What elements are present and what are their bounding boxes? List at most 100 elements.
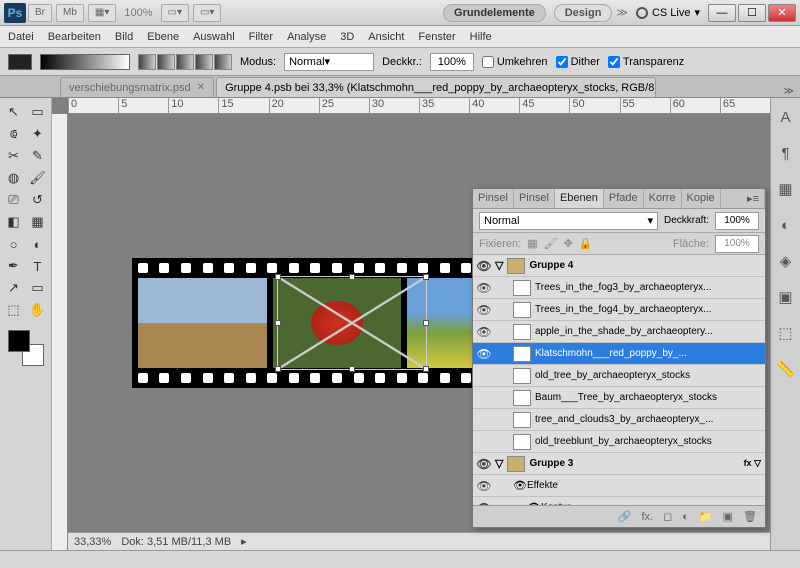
history-brush-tool[interactable]: ↺ — [27, 190, 49, 210]
menu-datei[interactable]: Datei — [8, 31, 34, 43]
view-extras-button[interactable]: ▦▾ — [88, 4, 116, 22]
layer-row[interactable]: 👁 Trees_in_the_fog4_by_archaeopteryx... — [473, 299, 765, 321]
visibility-icon[interactable]: 👁 — [473, 281, 495, 295]
layer-name[interactable]: old_tree_by_archaeopteryx_stocks — [535, 370, 761, 381]
workspace-design[interactable]: Design — [554, 4, 613, 22]
move-tool[interactable]: ↖ — [3, 102, 25, 122]
menu-ebene[interactable]: Ebene — [147, 31, 179, 43]
panel-tab-kopie[interactable]: Kopie — [682, 189, 721, 208]
tabs-overflow[interactable]: ≫ — [784, 86, 794, 97]
shape-tool[interactable]: ▭ — [27, 278, 49, 298]
gradient-tool[interactable]: ▦ — [27, 212, 49, 232]
layer-row[interactable]: 👁 Klatschmohn___red_poppy_by_... — [473, 343, 765, 365]
brush-tool[interactable]: 🖌 — [27, 168, 49, 188]
layers-list[interactable]: 👁▽ Gruppe 4👁Trees_in_the_fog3_by_archaeo… — [473, 255, 765, 505]
layer-name[interactable]: Gruppe 3 — [529, 458, 743, 469]
eyedropper-tool[interactable]: ✎ — [27, 146, 49, 166]
close-icon[interactable]: ✕ — [197, 82, 205, 93]
adjustment-layer-icon[interactable]: ◐ — [682, 511, 689, 523]
layer-row[interactable]: 👁apple_in_the_shade_by_archaeoptery... — [473, 321, 765, 343]
layer-name[interactable]: tree_and_clouds3_by_archaeopteryx_... — [535, 414, 761, 425]
eraser-tool[interactable]: ◧ — [3, 212, 25, 232]
link-layers-icon[interactable]: 🔗 — [618, 510, 632, 523]
layer-row[interactable]: 👁▽ Gruppe 4 — [473, 255, 765, 277]
new-layer-icon[interactable]: ▣ — [723, 510, 733, 523]
3d-panel-icon[interactable]: ⬚ — [775, 322, 797, 344]
lock-pixels-icon[interactable]: 🖌 — [544, 237, 558, 250]
lock-position-icon[interactable]: ✥ — [564, 237, 573, 250]
hand-tool[interactable]: ✋ — [27, 300, 49, 320]
lock-all-icon[interactable]: 🔒 — [579, 237, 593, 250]
workspace-grundelemente[interactable]: Grundelemente — [443, 4, 546, 22]
tab-gruppe4[interactable]: Gruppe 4.psb bei 33,3% (Klatschmohn___re… — [216, 77, 656, 97]
cslive-button[interactable]: CS Live▾ — [636, 6, 700, 19]
color-swatches[interactable] — [8, 330, 44, 366]
visibility-icon[interactable]: 👁 — [473, 479, 495, 493]
panel-tab-pinsel[interactable]: Pinsel — [514, 189, 555, 208]
menu-ansicht[interactable]: Ansicht — [368, 31, 404, 43]
layer-name[interactable]: Klatschmohn___red_poppy_by_... — [535, 348, 761, 359]
arrange-button[interactable]: ▭▾ — [161, 4, 189, 22]
menu-analyse[interactable]: Analyse — [287, 31, 326, 43]
layer-name[interactable]: Effekte — [527, 480, 761, 491]
layer-row[interactable]: 👁▽ Gruppe 3fx ▽ — [473, 453, 765, 475]
layer-name[interactable]: old_treeblunt_by_archaeopteryx_stocks — [535, 436, 761, 447]
crop-tool[interactable]: ✂ — [3, 146, 25, 166]
opacity-input[interactable]: 100% — [430, 53, 474, 71]
lasso-tool[interactable]: ⟃ — [3, 124, 25, 144]
stamp-tool[interactable]: ⎚ — [3, 190, 25, 210]
tab-verschiebungsmatrix[interactable]: verschiebungsmatrix.psd✕ — [60, 77, 214, 97]
layer-name[interactable]: Baum___Tree_by_archaeopteryx_stocks — [535, 392, 761, 403]
visibility-icon[interactable]: 👁 — [473, 457, 495, 471]
lock-transparency-icon[interactable]: ▦ — [527, 237, 537, 250]
visibility-icon[interactable]: 👁 — [473, 303, 495, 317]
panel-tab-ebenen[interactable]: Ebenen — [555, 189, 604, 208]
expand-icon[interactable]: ▽ — [495, 259, 503, 272]
gradient-type-icons[interactable] — [138, 54, 232, 70]
fx-badge[interactable]: fx ▽ — [744, 458, 761, 469]
reverse-checkbox[interactable]: Umkehren — [482, 56, 548, 68]
heal-tool[interactable]: ◍ — [3, 168, 25, 188]
layer-blend-select[interactable]: Normal▾ — [479, 212, 658, 230]
gradient-picker[interactable] — [40, 54, 130, 70]
layer-fx-icon[interactable]: fx. — [642, 511, 654, 523]
paragraph-panel-icon[interactable]: ¶ — [775, 142, 797, 164]
minibridge-button[interactable]: Mb — [56, 4, 84, 22]
layer-opacity-input[interactable]: 100% — [715, 212, 759, 230]
dither-checkbox[interactable]: Dither — [556, 56, 600, 68]
panel-tab-pfade[interactable]: Pfade — [604, 189, 644, 208]
panel-tab-pinsel[interactable]: Pinsel — [473, 189, 514, 208]
menu-bild[interactable]: Bild — [115, 31, 133, 43]
3d-tool[interactable]: ⬚ — [3, 300, 25, 320]
marquee-tool[interactable]: ▭ — [27, 102, 49, 122]
layer-name[interactable]: Trees_in_the_fog3_by_archaeopteryx... — [535, 282, 761, 293]
transform-box[interactable] — [277, 276, 427, 370]
screen-mode-button[interactable]: ▭▾ — [193, 4, 221, 22]
menu-filter[interactable]: Filter — [249, 31, 273, 43]
masks-panel-icon[interactable]: ▣ — [775, 286, 797, 308]
layer-row[interactable]: old_tree_by_archaeopteryx_stocks — [473, 365, 765, 387]
layer-row[interactable]: 👁👁 Kontur — [473, 497, 765, 505]
layer-row[interactable]: tree_and_clouds3_by_archaeopteryx_... — [473, 409, 765, 431]
layer-name[interactable]: Trees_in_the_fog4_by_archaeopteryx... — [535, 304, 761, 315]
path-tool[interactable]: ↗ — [3, 278, 25, 298]
minimize-button[interactable]: — — [708, 4, 736, 22]
blur-tool[interactable]: ○ — [3, 234, 25, 254]
expand-icon[interactable]: ▽ — [495, 457, 503, 470]
delete-layer-icon[interactable]: 🗑 — [743, 510, 757, 523]
panel-tab-korre[interactable]: Korre — [644, 189, 682, 208]
bridge-button[interactable]: Br — [28, 4, 52, 22]
dodge-tool[interactable]: ◐ — [27, 234, 49, 254]
maximize-button[interactable]: ☐ — [738, 4, 766, 22]
styles-panel-icon[interactable]: ◈ — [775, 250, 797, 272]
close-button[interactable]: ✕ — [768, 4, 796, 22]
layer-name[interactable]: apple_in_the_shade_by_archaeoptery... — [535, 326, 761, 337]
visibility-icon[interactable]: 👁 — [473, 259, 495, 273]
menu-fenster[interactable]: Fenster — [418, 31, 455, 43]
visibility-icon[interactable]: 👁 — [473, 347, 495, 361]
menu-auswahl[interactable]: Auswahl — [193, 31, 235, 43]
workspace-more[interactable]: ≫ — [616, 6, 628, 19]
menu-3d[interactable]: 3D — [340, 31, 354, 43]
type-panel-icon[interactable]: A — [775, 106, 797, 128]
transparency-checkbox[interactable]: Transparenz — [608, 56, 684, 68]
